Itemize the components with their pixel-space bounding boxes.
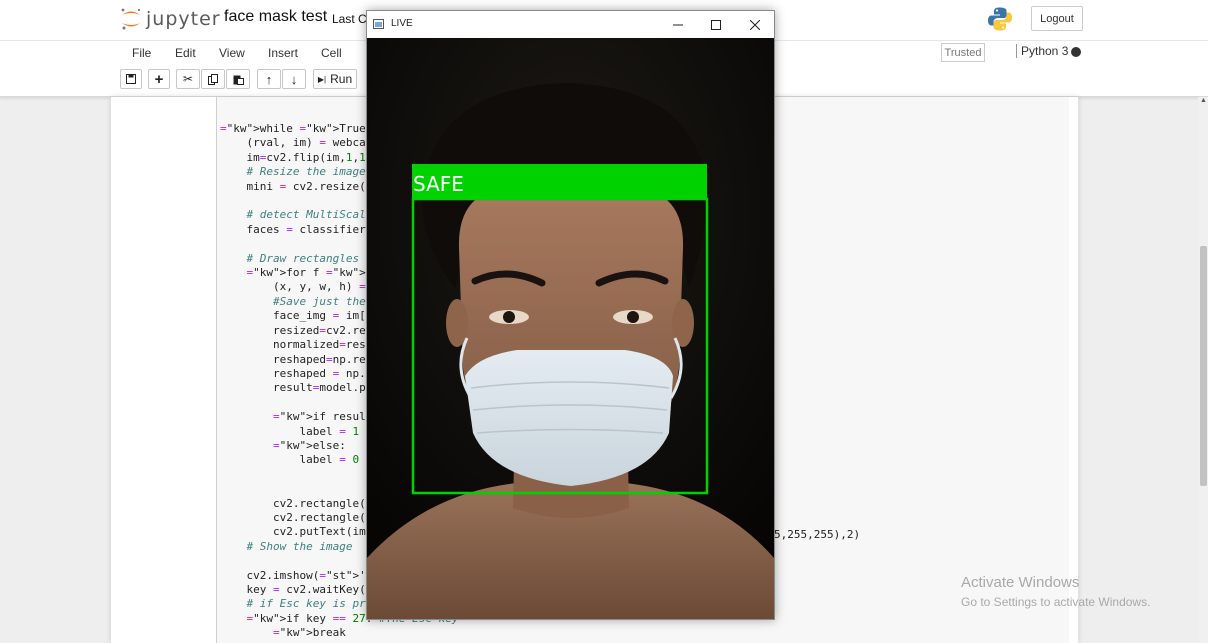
live-window-title: LIVE (391, 18, 413, 29)
scrollbar-thumb[interactable] (1200, 246, 1207, 486)
code-line: # Show the image (246, 539, 353, 553)
code-line: #Save just the (272, 294, 366, 308)
code-line: ="kw">for (246, 266, 307, 280)
jupyter-logo[interactable]: jupyter (120, 6, 221, 32)
window-minimize-button[interactable] (659, 11, 697, 38)
move-down-button[interactable]: ↓ (282, 69, 306, 89)
trusted-indicator[interactable]: Trusted (941, 43, 985, 62)
activate-windows-watermark: Activate Windows Go to Settings to activ… (961, 574, 1150, 609)
insert-cell-button[interactable]: + (148, 69, 170, 89)
checkpoint-status: Last C (332, 12, 367, 26)
code-line: face_img = im[ (220, 309, 366, 323)
scissors-icon: ✂ (182, 72, 194, 86)
code-line: im=cv2.flip(im,1,1 (220, 150, 366, 164)
code-line: cv2.rectangle( (220, 510, 366, 524)
code-line: faces = classifier (220, 222, 366, 236)
close-icon (750, 19, 760, 30)
logout-button[interactable]: Logout (1031, 6, 1083, 31)
menu-insert[interactable]: Insert (268, 46, 298, 60)
minimize-icon (673, 24, 683, 25)
code-line: label = 0 (220, 453, 360, 467)
code-line: reshaped=np.re (220, 352, 366, 366)
menu-view[interactable]: View (219, 46, 245, 60)
plus-icon: + (154, 70, 164, 88)
arrow-up-icon: ↑ (265, 71, 273, 87)
kernel-status-indicator (1071, 47, 1081, 57)
webcam-image: SAFE (367, 38, 774, 619)
code-line: ="kw">if (246, 611, 300, 625)
code-overflow-text: 5,255,255),2) (774, 528, 861, 541)
code-line: label = 1 (220, 424, 360, 438)
activate-windows-hint: Go to Settings to activate Windows. (961, 595, 1151, 609)
kernel-name: Python 3 (1016, 44, 1068, 58)
code-line: # if Esc key is pr (246, 597, 366, 611)
code-line: key = cv2.waitKey( (220, 583, 366, 596)
window-app-icon (373, 19, 384, 29)
window-close-button[interactable] (736, 11, 774, 38)
live-window-titlebar[interactable]: LIVE (367, 11, 774, 38)
copy-button[interactable] (201, 69, 225, 89)
code-line: ="kw">else (272, 438, 340, 452)
code-line: (x, y, w, h) = (220, 280, 366, 294)
window-maximize-button[interactable] (697, 11, 735, 38)
menu-cell[interactable]: Cell (321, 46, 342, 60)
run-button[interactable]: ▶| Run (313, 69, 357, 89)
code-line: result=model.p (220, 381, 366, 395)
menu-file[interactable]: File (132, 46, 151, 60)
save-icon (126, 74, 136, 84)
maximize-icon (711, 19, 721, 30)
move-up-button[interactable]: ↑ (257, 69, 281, 89)
live-window[interactable]: LIVE SAFE (366, 10, 775, 620)
code-line: resized=cv2.re (220, 323, 366, 337)
cut-button[interactable]: ✂ (176, 69, 200, 89)
copy-icon (207, 73, 218, 85)
menu-edit[interactable]: Edit (175, 46, 196, 60)
jupyter-logo-text: jupyter (146, 8, 221, 30)
code-line: ="kw">while (220, 122, 293, 135)
arrow-down-icon: ↓ (290, 71, 298, 87)
python-logo-icon (988, 7, 1012, 31)
jupyter-logo-icon (121, 8, 141, 30)
code-line: mini = cv2.resize( (220, 179, 366, 193)
paste-button[interactable] (226, 69, 250, 89)
code-line: # detect MultiScale (246, 208, 373, 222)
activate-windows-title: Activate Windows (961, 574, 1080, 591)
step-forward-icon: ▶| (317, 74, 327, 84)
paste-icon (233, 75, 244, 85)
run-button-label: Run (330, 72, 353, 86)
save-button[interactable] (120, 69, 142, 89)
scroll-up-icon[interactable]: ▲ (1200, 97, 1207, 104)
code-line: cv2.rectangle( (220, 496, 366, 510)
code-line: ="kw">if (272, 410, 326, 424)
code-line: cv2.putText(im (220, 525, 366, 539)
detection-label: SAFE (413, 172, 464, 196)
code-line: # Draw rectangles (246, 251, 360, 265)
code-line: (rval, im) = webcam (220, 136, 373, 150)
notebook-title[interactable]: face mask test (224, 8, 327, 26)
code-line: # Resize the image (246, 165, 366, 179)
code-line: reshaped = np. (220, 366, 366, 380)
webcam-frame: SAFE (367, 38, 774, 619)
code-line: ="kw">break (272, 626, 346, 640)
code-line: normalized=res (220, 338, 366, 352)
